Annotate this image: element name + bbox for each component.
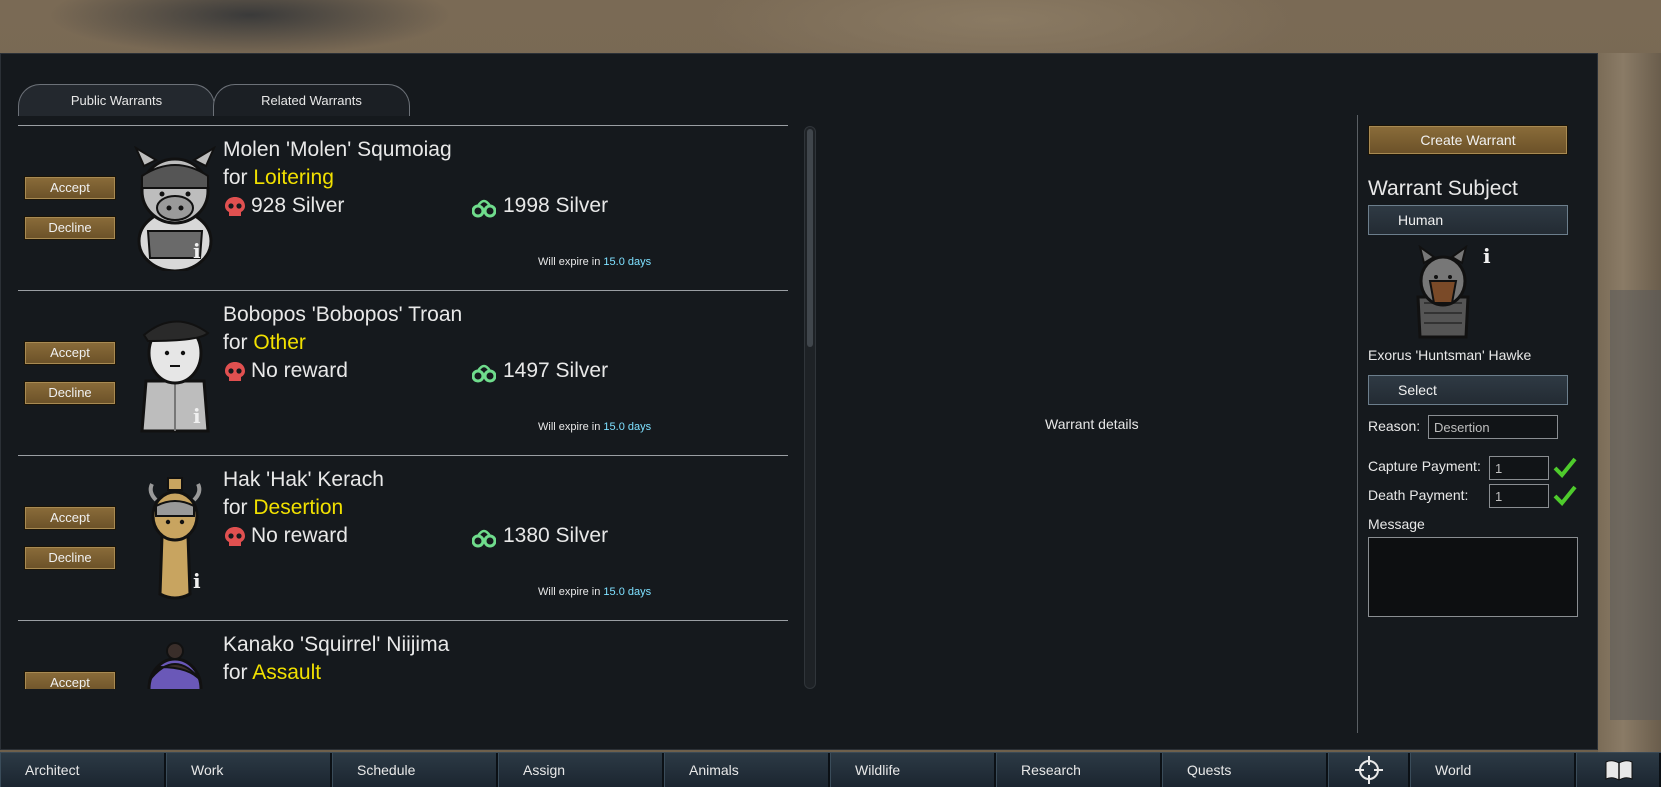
tab-research[interactable]: Research bbox=[996, 753, 1162, 787]
death-payment-field[interactable] bbox=[1489, 484, 1549, 508]
decline-button[interactable]: Decline bbox=[24, 546, 116, 570]
pig-person-portrait bbox=[134, 146, 216, 271]
capture-payment-label: Capture Payment: bbox=[1368, 458, 1481, 474]
warrant-row: Accept Decline i Hak 'Hak' Kerach for De… bbox=[18, 456, 788, 621]
select-button[interactable]: Select bbox=[1368, 375, 1568, 405]
warrant-reason: for Loitering bbox=[223, 166, 334, 190]
tab-work[interactable]: Work bbox=[166, 753, 332, 787]
expire-days: 15.0 days bbox=[603, 256, 652, 268]
crosshair-icon bbox=[1355, 756, 1383, 784]
expire-text: Will expire in 15.0 days bbox=[538, 256, 651, 268]
decline-button[interactable]: Decline bbox=[24, 381, 116, 405]
reason-label: Reason: bbox=[1368, 418, 1421, 434]
skull-icon bbox=[225, 527, 245, 546]
warrant-name: Hak 'Hak' Kerach bbox=[223, 468, 384, 491]
crime-label: Other bbox=[253, 331, 306, 354]
purple-person-portrait bbox=[147, 642, 203, 689]
horned-person-portrait bbox=[148, 477, 202, 600]
tab-quests[interactable]: Quests bbox=[1162, 753, 1328, 787]
warrant-subject-title: Warrant Subject bbox=[1368, 177, 1518, 200]
list-scrollbar[interactable] bbox=[804, 126, 816, 689]
crime-label: Assault bbox=[252, 661, 322, 684]
subject-info-icon[interactable]: i bbox=[1483, 244, 1491, 268]
info-icon[interactable]: i bbox=[193, 239, 201, 263]
tab-menu[interactable] bbox=[1576, 753, 1661, 787]
create-warrant-button[interactable]: Create Warrant bbox=[1368, 125, 1568, 155]
handcuffs-icon bbox=[472, 529, 496, 548]
expire-prefix: Will expire in bbox=[538, 421, 601, 433]
warrant-row: Accept Kanako 'Squirrel' Niijima for Ass… bbox=[18, 621, 788, 689]
accept-button[interactable]: Accept bbox=[24, 506, 116, 530]
check-icon[interactable] bbox=[1553, 456, 1577, 478]
handcuffs-icon bbox=[472, 199, 496, 218]
warrant-row: Accept Decline i Bobopos 'Bobopos' Troan… bbox=[18, 291, 788, 456]
main-tab-bar: Architect Work Schedule Assign Animals W… bbox=[0, 752, 1661, 787]
message-field[interactable] bbox=[1368, 537, 1578, 617]
for-label: for bbox=[223, 331, 248, 354]
death-reward: 928 Silver bbox=[251, 194, 345, 217]
warrant-reason: for Assault bbox=[223, 661, 321, 685]
scrollbar-thumb[interactable] bbox=[807, 129, 813, 347]
tab-related-warrants[interactable]: Related Warrants bbox=[213, 84, 410, 116]
skull-icon bbox=[225, 362, 245, 381]
tab-crosshair[interactable] bbox=[1328, 753, 1410, 787]
expire-days: 15.0 days bbox=[603, 421, 652, 433]
expire-text: Will expire in 15.0 days bbox=[538, 421, 651, 433]
skull-icon bbox=[225, 197, 245, 216]
warrant-reason: for Other bbox=[223, 331, 306, 355]
death-reward: No reward bbox=[251, 524, 348, 547]
tab-assign[interactable]: Assign bbox=[498, 753, 664, 787]
expire-prefix: Will expire in bbox=[538, 256, 601, 268]
tab-wildlife[interactable]: Wildlife bbox=[830, 753, 996, 787]
info-icon[interactable]: i bbox=[193, 404, 201, 428]
death-reward: No reward bbox=[251, 359, 348, 382]
tab-schedule[interactable]: Schedule bbox=[332, 753, 498, 787]
accept-button[interactable]: Accept bbox=[24, 671, 116, 689]
tab-animals[interactable]: Animals bbox=[664, 753, 830, 787]
handcuffs-icon bbox=[472, 364, 496, 383]
warrant-name: Bobopos 'Bobopos' Troan bbox=[223, 303, 463, 326]
expire-days: 15.0 days bbox=[603, 586, 652, 598]
subject-name: Exorus 'Huntsman' Hawke bbox=[1368, 347, 1532, 363]
warrant-reason: for Desertion bbox=[223, 496, 343, 520]
map-wall bbox=[1610, 290, 1661, 720]
accept-button[interactable]: Accept bbox=[24, 176, 116, 200]
panel-divider bbox=[1357, 115, 1358, 733]
expire-prefix: Will expire in bbox=[538, 586, 601, 598]
warrant-name: Molen 'Molen' Squmoiag bbox=[223, 138, 452, 161]
tab-world[interactable]: World bbox=[1410, 753, 1576, 787]
for-label: for bbox=[223, 166, 248, 189]
tab-public-warrants[interactable]: Public Warrants bbox=[18, 84, 215, 116]
death-payment-label: Death Payment: bbox=[1368, 487, 1469, 503]
warrant-name: Kanako 'Squirrel' Niijima bbox=[223, 633, 450, 656]
book-icon bbox=[1605, 760, 1633, 781]
tab-architect[interactable]: Architect bbox=[0, 753, 166, 787]
capture-reward: 1497 Silver bbox=[503, 359, 609, 382]
capture-reward: 1998 Silver bbox=[503, 194, 609, 217]
subject-portrait bbox=[1416, 245, 1470, 339]
info-icon[interactable]: i bbox=[193, 569, 201, 593]
message-label: Message bbox=[1368, 516, 1425, 532]
subject-type-dropdown[interactable]: Human bbox=[1368, 205, 1568, 235]
decline-button[interactable]: Decline bbox=[24, 216, 116, 240]
beret-person-portrait bbox=[140, 320, 210, 433]
warrant-row: Accept Decline i Molen 'Molen' Squmoiag … bbox=[18, 126, 788, 291]
capture-payment-field[interactable] bbox=[1489, 456, 1549, 480]
warrant-details-label: Warrant details bbox=[1045, 416, 1139, 432]
reason-field[interactable] bbox=[1428, 415, 1558, 439]
accept-button[interactable]: Accept bbox=[24, 341, 116, 365]
warrant-list: Accept Decline i Molen 'Molen' Squmoiag … bbox=[18, 126, 788, 689]
check-icon[interactable] bbox=[1553, 484, 1577, 506]
for-label: for bbox=[223, 496, 248, 519]
crime-label: Loitering bbox=[253, 166, 334, 189]
expire-text: Will expire in 15.0 days bbox=[538, 586, 651, 598]
for-label: for bbox=[223, 661, 248, 684]
crime-label: Desertion bbox=[253, 496, 344, 519]
capture-reward: 1380 Silver bbox=[503, 524, 609, 547]
